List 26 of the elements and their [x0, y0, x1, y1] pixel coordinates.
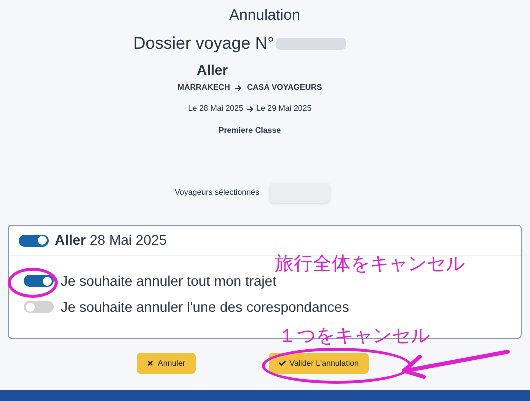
toggle-switch[interactable]: [19, 234, 49, 246]
destination-station: CASA VOYAGEURS: [247, 82, 322, 94]
arrow-right-icon: [235, 84, 242, 92]
check-icon: [278, 360, 286, 367]
dossier-label: Dossier voyage N°: [134, 33, 274, 55]
travellers-label: Voyageurs sélectionnés: [175, 187, 260, 199]
arrival-date: Le 29 Mai 2025: [256, 103, 312, 115]
travellers-field[interactable]: [270, 183, 330, 203]
option-label: Je souhaite annuler tout mon trajet: [61, 273, 277, 289]
annotation-text: 旅行全体をキャンセル: [275, 252, 465, 276]
origin-station: MARRAKECH: [178, 82, 230, 94]
confirm-button[interactable]: Valider L'annulation: [268, 353, 370, 374]
cancel-button[interactable]: Annuler: [137, 353, 196, 374]
arrow-right-icon: [246, 106, 254, 112]
page-title: Annulation: [230, 6, 300, 26]
departure-date: Le 28 Mai 2025: [188, 103, 244, 115]
highlight-circle: [8, 268, 58, 298]
trip-direction: Aller: [197, 61, 230, 79]
travel-class: Premiere Classe: [218, 125, 282, 137]
annotation-text: １つをキャンセル: [278, 324, 430, 349]
toggle-switch[interactable]: [24, 275, 54, 287]
option-label: Je souhaite annuler l'une des corespondances: [61, 299, 350, 315]
blurred-number: [276, 38, 346, 50]
leg-title: Aller 28 Mai 2025: [55, 231, 168, 250]
toggle-switch[interactable]: [24, 301, 54, 313]
close-icon: [147, 360, 154, 367]
